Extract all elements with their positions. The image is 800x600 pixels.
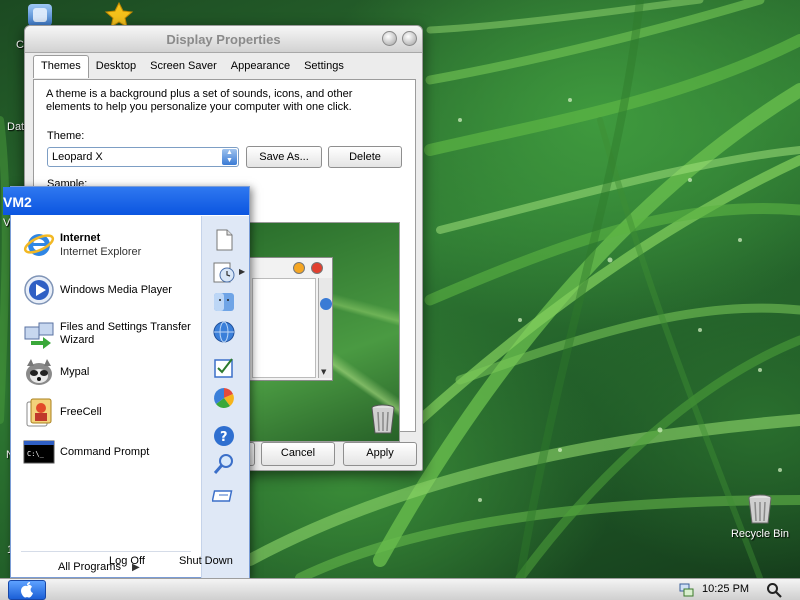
sample-scroll-thumb xyxy=(320,298,332,310)
run-icon[interactable] xyxy=(212,484,236,508)
media-player-icon xyxy=(24,275,54,305)
transfer-wizard-icon xyxy=(24,322,54,349)
apple-start-icon xyxy=(21,582,33,598)
desktop-label-partial: Dat xyxy=(7,121,25,133)
start-item-title: Command Prompt xyxy=(60,446,150,458)
minimize-button[interactable] xyxy=(382,31,397,46)
start-item-freecell[interactable]: FreeCell xyxy=(23,396,203,430)
start-item-title: Mypal xyxy=(60,366,90,378)
mac-desktop-icon[interactable] xyxy=(28,4,52,26)
save-as-button[interactable]: Save As... xyxy=(246,146,322,168)
command-prompt-icon: C:\_ xyxy=(23,440,55,464)
log-off-button[interactable]: Log Off xyxy=(109,555,145,567)
sample-recycle-bin-icon xyxy=(371,404,395,434)
network-globe-icon[interactable] xyxy=(212,320,236,344)
tab-desktop[interactable]: Desktop xyxy=(89,57,143,78)
start-item-mypal[interactable]: Mypal xyxy=(23,356,203,390)
help-icon[interactable]: ? xyxy=(212,424,236,448)
sample-min-icon xyxy=(293,262,305,274)
shut-down-button[interactable]: Shut Down xyxy=(179,555,233,567)
submenu-arrow-icon: ▶ xyxy=(239,267,246,276)
freecell-icon xyxy=(26,398,52,427)
desktop-icon-recycle-bin[interactable]: Recycle Bin xyxy=(725,493,795,540)
apply-button[interactable]: Apply xyxy=(343,442,417,466)
delete-button[interactable]: Delete xyxy=(328,146,402,168)
theme-select[interactable]: Leopard X ▲ ▼ xyxy=(47,147,239,167)
start-item-subtitle: Internet Explorer xyxy=(60,246,142,258)
start-item-command-prompt[interactable]: C:\_ Command Prompt xyxy=(23,436,203,470)
theme-label: Theme: xyxy=(47,130,85,142)
themes-description: A theme is a background plus a set of so… xyxy=(46,88,353,113)
desktop-icon-label: Recycle Bin xyxy=(730,528,790,540)
start-item-title: FreeCell xyxy=(60,406,102,418)
sample-window: ▼ xyxy=(249,257,333,381)
color-wheel-icon[interactable] xyxy=(212,386,236,410)
control-panel-icon[interactable] xyxy=(212,356,236,380)
recycle-bin-icon xyxy=(748,494,772,524)
sample-scrollbar: ▼ xyxy=(318,278,332,378)
start-item-title: Internet xyxy=(60,232,101,244)
window-title: Display Properties xyxy=(166,32,281,47)
start-item-transfer-wizard[interactable]: Files and Settings Transfer Wizard xyxy=(23,317,203,351)
recent-clock-icon[interactable] xyxy=(212,260,236,284)
network-tray-icon[interactable] xyxy=(678,582,694,598)
clock: 10:25 PM xyxy=(702,583,750,595)
tab-settings[interactable]: Settings xyxy=(297,57,351,78)
finder-icon[interactable] xyxy=(212,290,236,314)
start-menu-programs: Internet Internet Explorer Windows Media… xyxy=(11,216,201,578)
sample-content xyxy=(252,278,316,378)
start-menu-divider xyxy=(21,551,191,552)
start-item-windows-media-player[interactable]: Windows Media Player xyxy=(23,274,203,308)
start-item-title: Windows Media Player xyxy=(60,284,172,296)
mypal-icon xyxy=(26,359,52,385)
sample-close-icon xyxy=(311,262,323,274)
start-menu-user-name: VM2 xyxy=(3,187,249,215)
sample-scroll-arrow-icon: ▼ xyxy=(321,368,327,376)
title-bar[interactable]: Display Properties xyxy=(25,26,422,53)
cancel-button[interactable]: Cancel xyxy=(261,442,335,466)
start-menu: VM2 Internet Internet Explorer Windows M… xyxy=(3,186,250,578)
tab-screen-saver[interactable]: Screen Saver xyxy=(143,57,224,78)
close-button[interactable] xyxy=(402,31,417,46)
document-icon[interactable] xyxy=(212,228,236,252)
internet-explorer-icon xyxy=(23,234,55,256)
taskbar: 10:25 PM xyxy=(0,578,800,600)
tab-strip: Themes Desktop Screen Saver Appearance S… xyxy=(33,55,351,79)
tab-themes[interactable]: Themes xyxy=(33,55,89,78)
search-icon[interactable] xyxy=(212,452,236,476)
svg-text:C:\_: C:\_ xyxy=(27,450,45,458)
tab-appearance[interactable]: Appearance xyxy=(224,57,297,78)
finder-face-icon xyxy=(33,8,47,22)
svg-text:?: ? xyxy=(220,430,228,445)
start-item-internet-explorer[interactable]: Internet Internet Explorer xyxy=(23,228,203,262)
start-button[interactable] xyxy=(8,580,46,600)
theme-sample-preview: ▼ xyxy=(248,222,400,442)
start-item-title: Files and Settings Transfer Wizard xyxy=(60,321,191,346)
search-icon[interactable] xyxy=(766,582,782,598)
theme-select-value: Leopard X xyxy=(52,151,103,163)
start-menu-shortcuts: ▶ ? xyxy=(201,216,249,578)
updown-arrows-icon[interactable]: ▲ ▼ xyxy=(222,149,237,165)
